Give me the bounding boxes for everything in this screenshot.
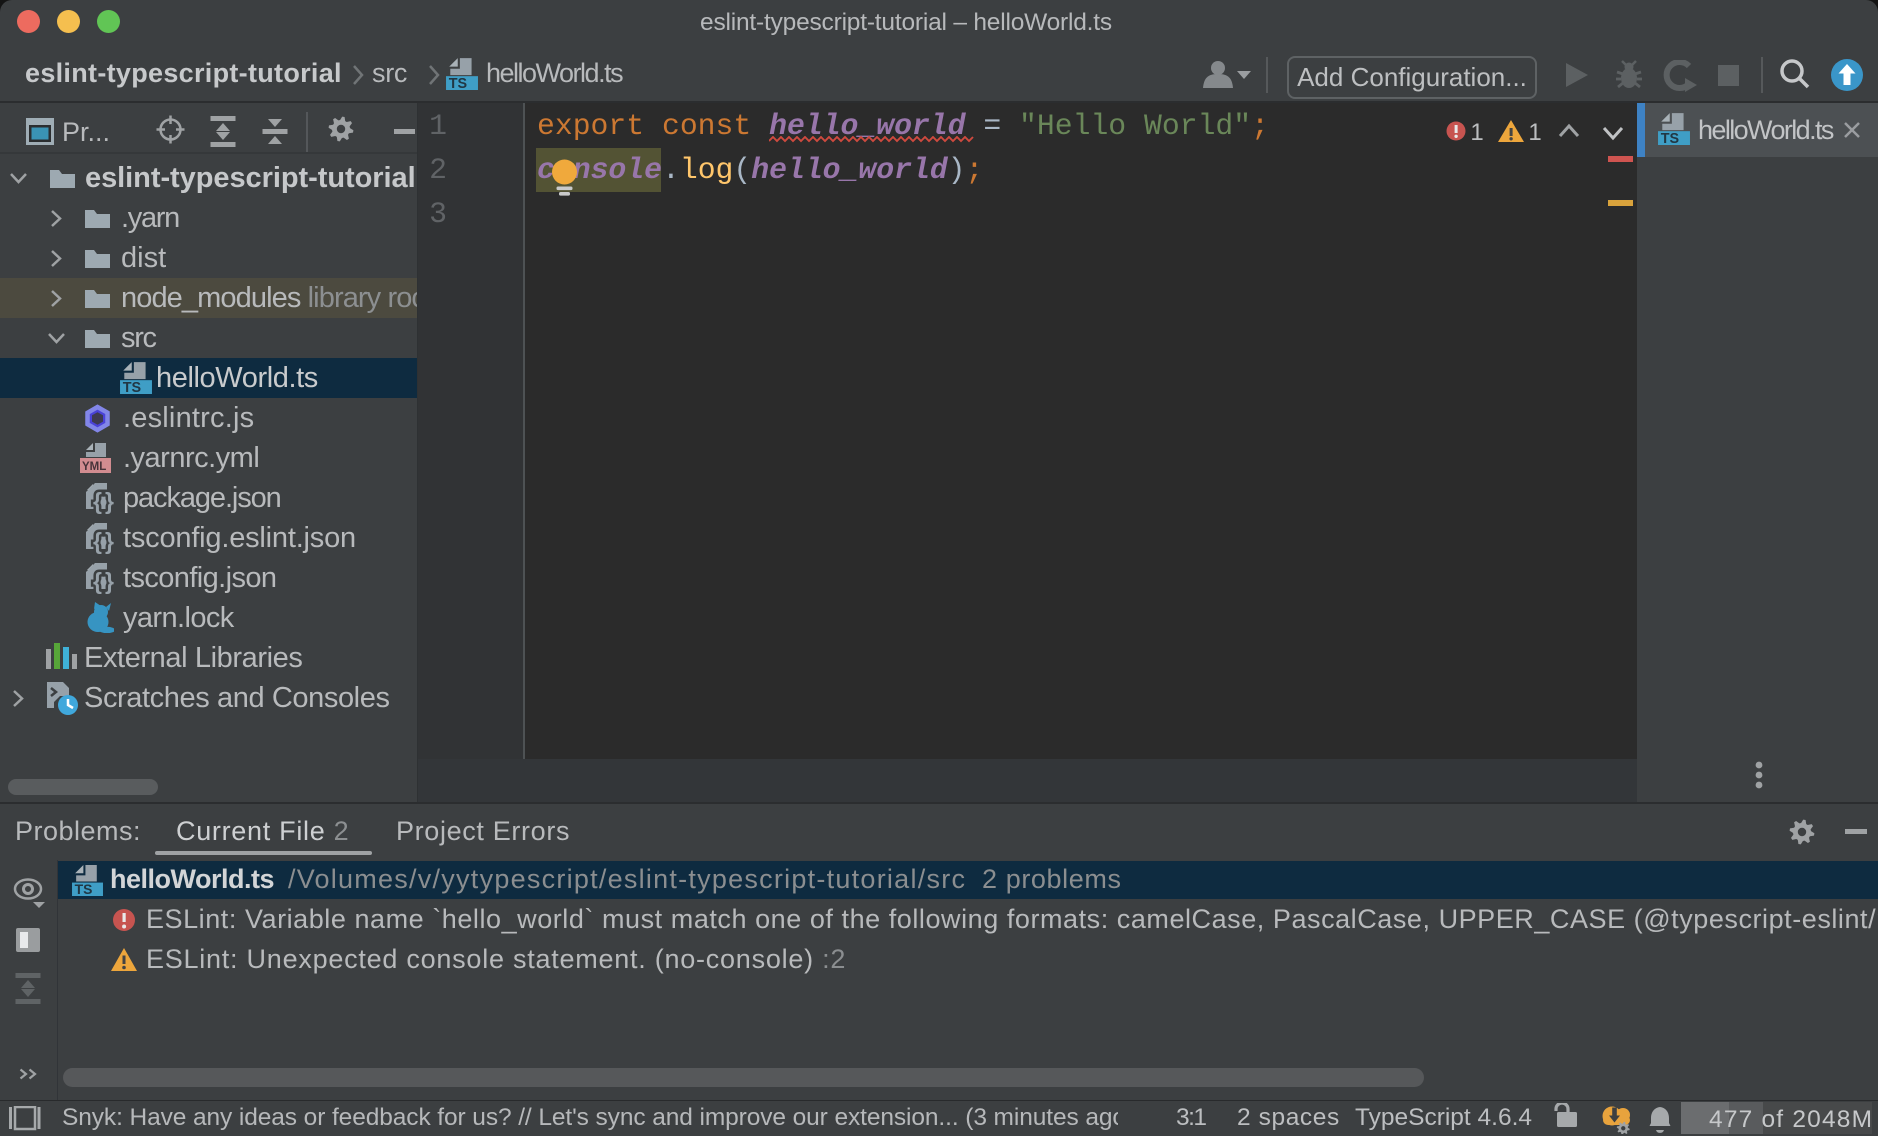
svg-text:YML: YML <box>82 461 106 473</box>
svg-text:TS: TS <box>75 881 93 896</box>
svg-text:1: 1 <box>1470 119 1483 146</box>
svg-text:TS: TS <box>1661 131 1680 145</box>
svg-text:1: 1 <box>1528 119 1541 146</box>
svg-text:TS: TS <box>449 76 468 90</box>
svg-text:TS: TS <box>123 380 142 394</box>
